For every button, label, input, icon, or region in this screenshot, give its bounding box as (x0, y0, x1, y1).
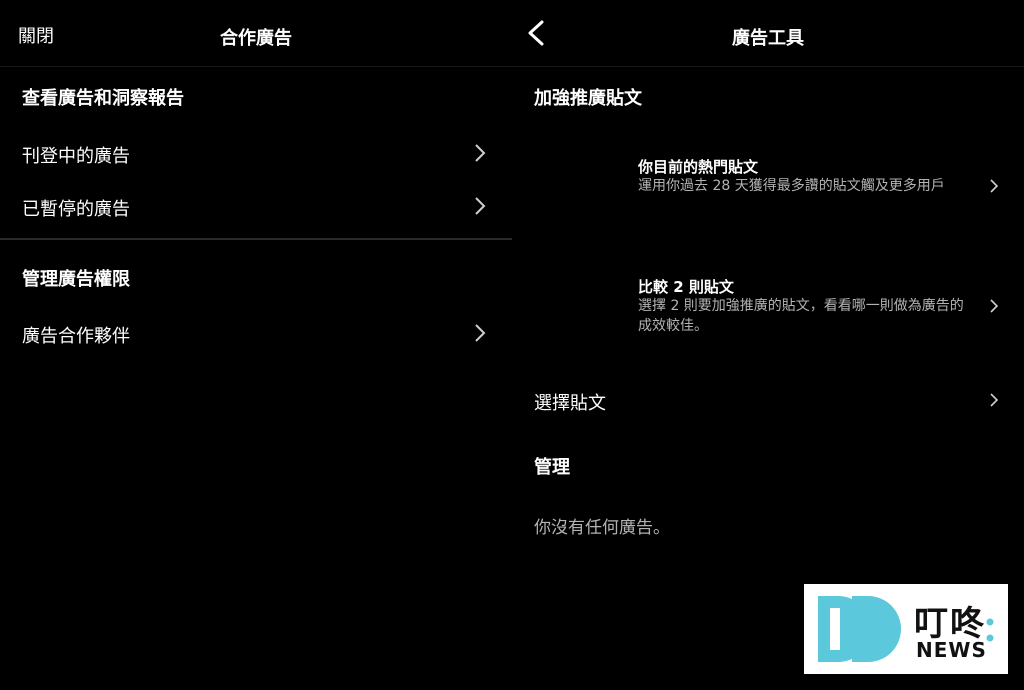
watermark-subtitle: NEWS (916, 638, 987, 662)
post-option-title: 你目前的熱門貼文 (638, 158, 759, 176)
row-label: 已暫停的廣告 (22, 199, 130, 220)
page-title: 合作廣告 (220, 28, 292, 49)
chevron-right-icon (990, 299, 999, 313)
section-title-manage-permissions: 管理廣告權限 (22, 269, 130, 290)
post-option-desc: 運用你過去 28 天獲得最多讚的貼文觸及更多用戶 (638, 178, 945, 194)
ads-partnership-panel: 關閉 合作廣告 查看廣告和洞察報告 刊登中的廣告 已暫停的廣告 管理廣告權限 廣… (0, 0, 512, 690)
chevron-right-icon (990, 179, 999, 193)
section-divider (0, 238, 512, 240)
post-option-compare-posts[interactable]: 比較 2 則貼文 選擇 2 則要加強推廣的貼文，看看哪一則做為廣告的成效較佳。 (512, 270, 1024, 350)
post-option-top-post[interactable]: 你目前的熱門貼文 運用你過去 28 天獲得最多讚的貼文觸及更多用戶 (512, 150, 1024, 230)
left-header: 關閉 合作廣告 (0, 0, 512, 67)
section-title-view-ads: 查看廣告和洞察報告 (22, 88, 184, 109)
news-watermark: 叮咚 NEWS (804, 584, 1008, 674)
row-label: 刊登中的廣告 (22, 146, 130, 167)
right-header: 廣告工具 (512, 0, 1024, 67)
post-option-title: 比較 2 則貼文 (638, 278, 734, 296)
post-option-desc: 選擇 2 則要加強推廣的貼文，看看哪一則做為廣告的成效較佳。 (638, 298, 964, 334)
row-paused-ads[interactable]: 已暫停的廣告 (0, 186, 512, 226)
section-title-manage: 管理 (534, 457, 570, 478)
row-choose-post[interactable]: 選擇貼文 (512, 380, 1024, 420)
page-title: 廣告工具 (732, 28, 804, 49)
row-label: 廣告合作夥伴 (22, 326, 130, 347)
row-active-ads[interactable]: 刊登中的廣告 (0, 133, 512, 173)
row-label: 選擇貼文 (534, 393, 606, 414)
no-ads-message: 你沒有任何廣告。 (534, 518, 670, 538)
dd-logo-icon (818, 596, 901, 662)
chevron-right-icon (475, 144, 486, 162)
chevron-right-icon (990, 393, 999, 407)
chevron-right-icon (475, 197, 486, 215)
row-ad-partners[interactable]: 廣告合作夥伴 (0, 313, 512, 353)
chevron-right-icon (475, 324, 486, 342)
section-title-boost-post: 加強推廣貼文 (534, 88, 642, 109)
colon-dots-icon (986, 618, 994, 642)
